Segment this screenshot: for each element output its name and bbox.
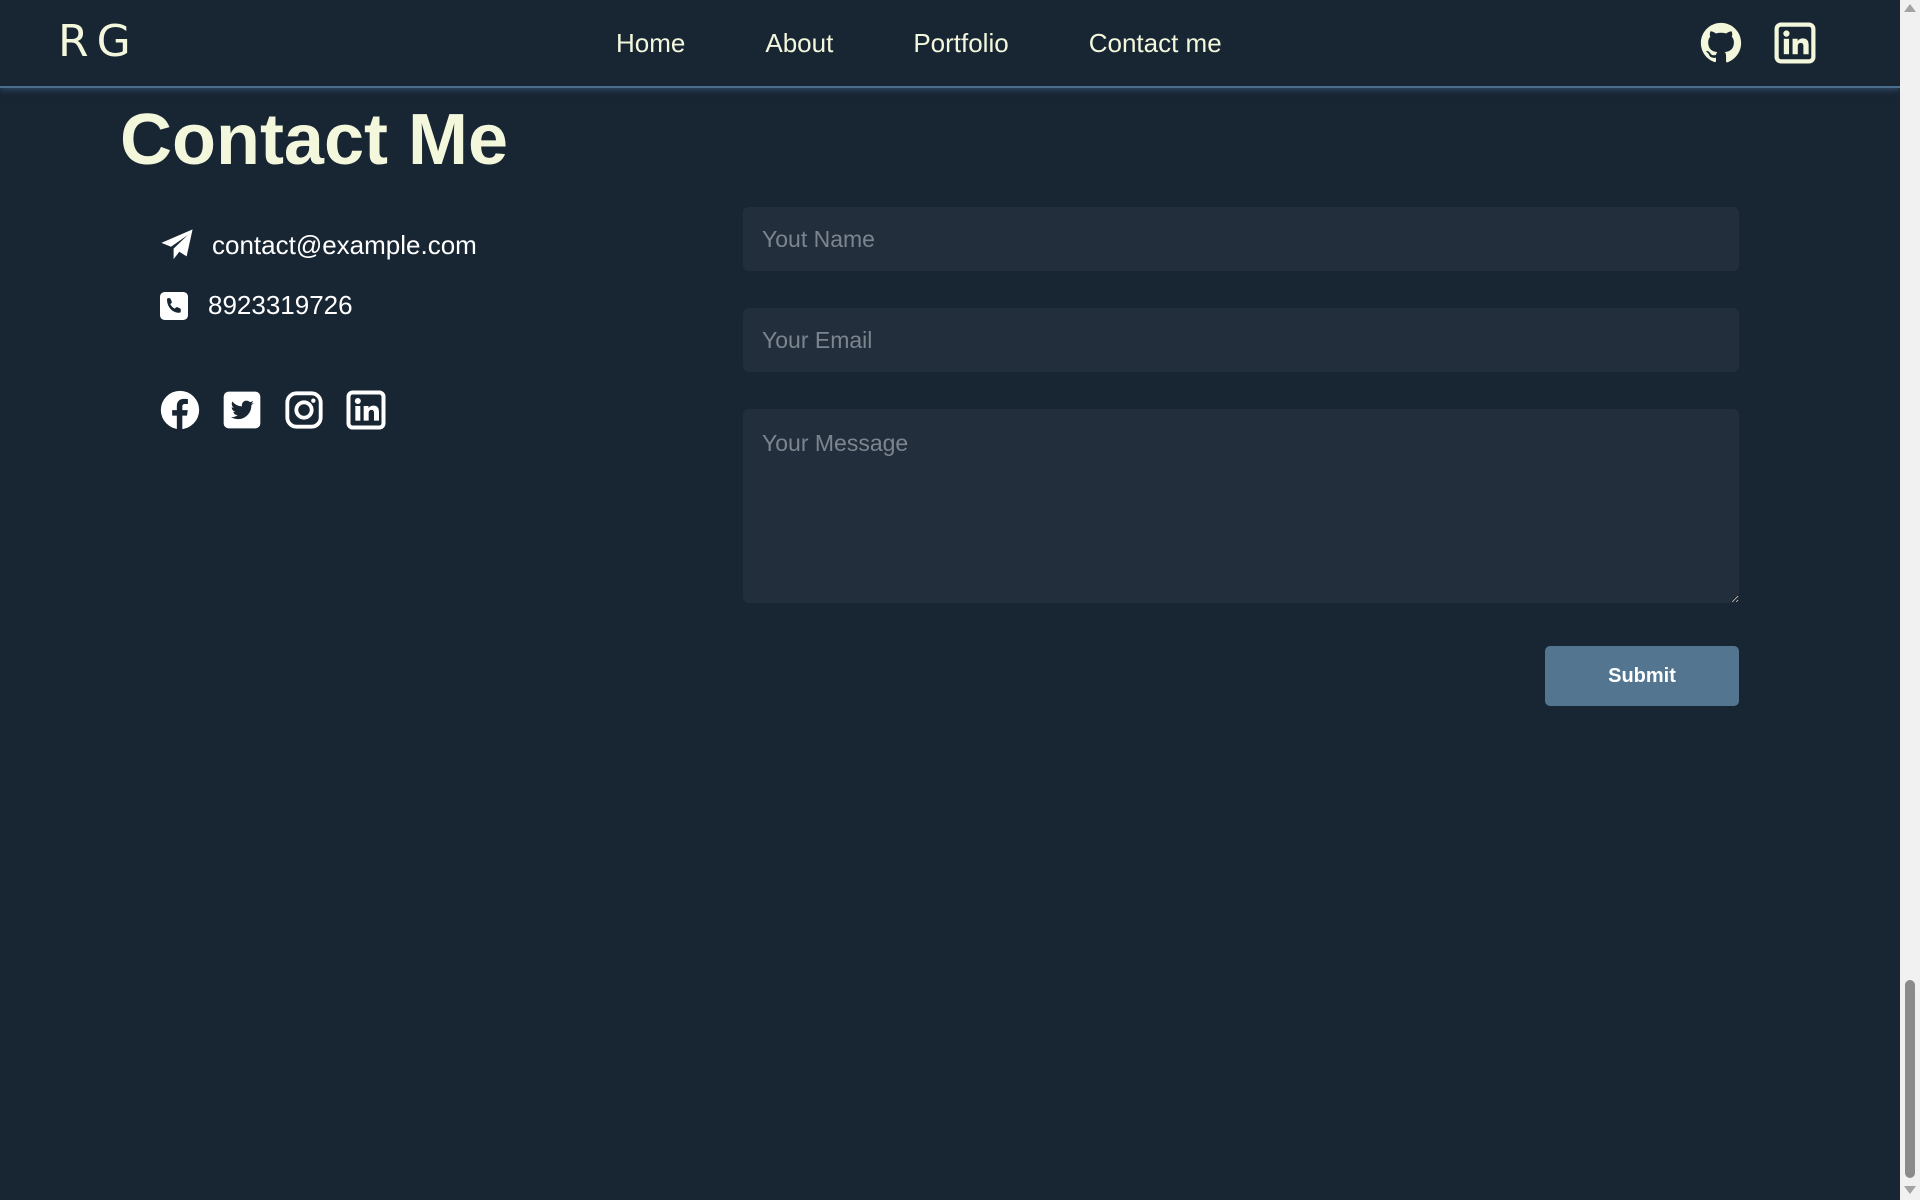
linkedin-icon[interactable] (346, 390, 386, 430)
contact-phone-row: 8923319726 (160, 290, 353, 321)
nav-link-contact[interactable]: Contact me (1089, 26, 1222, 60)
scrollbar-thumb[interactable] (1905, 980, 1915, 1178)
contact-email-row: contact@example.com (160, 228, 477, 262)
page: RG Home About Portfolio Contact me Conta… (0, 0, 1920, 1200)
submit-button[interactable]: Submit (1545, 646, 1739, 706)
social-links (160, 390, 386, 430)
scroll-down-arrow-icon[interactable] (1904, 1186, 1916, 1194)
site-logo[interactable]: RG (58, 18, 139, 66)
phone-icon (160, 291, 188, 320)
contact-email[interactable]: contact@example.com (212, 230, 477, 261)
contact-phone[interactable]: 8923319726 (208, 290, 353, 321)
navbar: RG Home About Portfolio Contact me (0, 0, 1900, 88)
email-input[interactable] (743, 308, 1739, 372)
nav-link-portfolio[interactable]: Portfolio (913, 26, 1008, 60)
facebook-icon[interactable] (160, 390, 200, 430)
linkedin-icon[interactable] (1774, 22, 1816, 64)
scroll-up-arrow-icon[interactable] (1904, 4, 1916, 12)
nav-links: Home About Portfolio Contact me (616, 26, 1222, 60)
nav-link-about[interactable]: About (765, 26, 833, 60)
page-title: Contact Me (120, 100, 509, 180)
nav-social-icons (1700, 22, 1816, 64)
name-input[interactable] (743, 207, 1739, 271)
paper-plane-icon (161, 229, 193, 260)
message-textarea[interactable] (743, 409, 1739, 603)
nav-link-home[interactable]: Home (616, 26, 685, 60)
twitter-icon[interactable] (222, 390, 262, 430)
github-icon[interactable] (1700, 22, 1742, 64)
scrollbar[interactable] (1900, 0, 1920, 1200)
instagram-icon[interactable] (284, 390, 324, 430)
